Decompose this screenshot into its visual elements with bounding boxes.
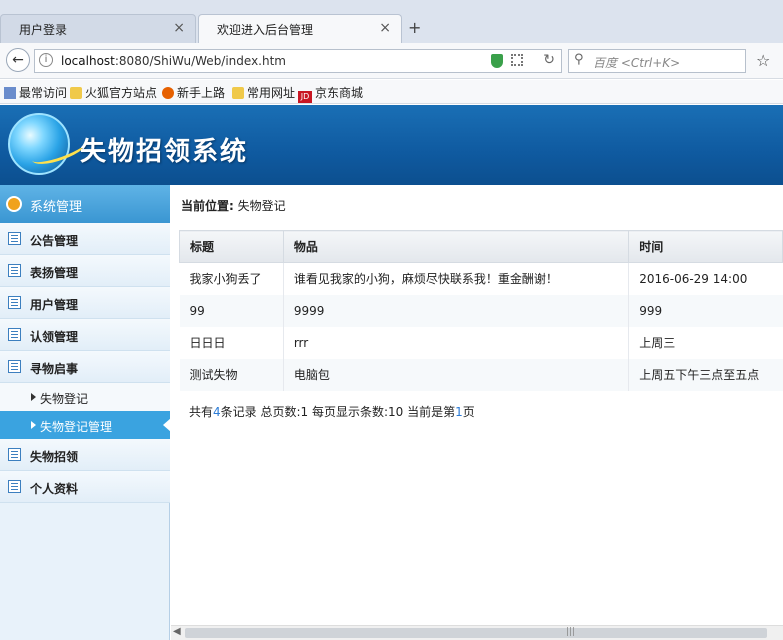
bookmark-icon	[4, 87, 16, 99]
scroll-left-icon[interactable]: ◀	[173, 626, 181, 637]
sidebar-subitem-lost-register[interactable]: 失物登记	[0, 383, 170, 411]
column-header-title: 标题	[179, 230, 284, 263]
bookmarks-bar: 最常访问 火狐官方站点 新手上路 常用网址 JD 京东商城	[0, 80, 783, 104]
cell-title: 我家小狗丢了	[179, 262, 284, 295]
navigation-bar: ← i localhost:8080/ShiWu/Web/index.htm ↻…	[0, 43, 783, 79]
browser-tab-bar: 用户登录 × 欢迎进入后台管理 × +	[0, 0, 783, 44]
column-header-item: 物品	[282, 230, 630, 263]
url-text: localhost:8080/ShiWu/Web/index.htm	[61, 54, 286, 68]
bookmark-getting-started[interactable]: 新手上路	[162, 84, 225, 101]
tab-label: 用户登录	[19, 23, 68, 37]
tab-admin-welcome[interactable]: 欢迎进入后台管理 ×	[198, 14, 402, 44]
arrow-right-icon	[31, 393, 36, 401]
sidebar-item-praise[interactable]: 表扬管理	[0, 255, 170, 287]
sidebar-item-lost-notices[interactable]: 寻物启事	[0, 351, 170, 383]
sidebar: 系统管理 公告管理 表扬管理 用户管理 认领管理 寻物启事 失物登记 失物登记管…	[0, 185, 171, 640]
firefox-icon	[162, 87, 174, 99]
scrollbar-thumb[interactable]	[185, 628, 767, 638]
total-pages: 1	[300, 405, 309, 419]
info-icon[interactable]: i	[39, 53, 53, 67]
cell-title: 测试失物	[179, 358, 284, 391]
search-icon: ⚲	[574, 52, 584, 67]
folder-icon	[70, 87, 82, 99]
cell-time: 上周三	[639, 336, 676, 350]
sidebar-item-profile[interactable]: 个人资料	[0, 471, 170, 503]
bookmark-star-icon[interactable]: ☆	[756, 51, 770, 70]
new-tab-button[interactable]: +	[408, 18, 421, 37]
cell-title: 日日日	[179, 326, 284, 359]
main-content: 当前位置: 失物登记 标题 物品 时间 我家小狗丢了 谁看见我家的小狗，麻烦尽快…	[171, 185, 783, 625]
sidebar-item-users[interactable]: 用户管理	[0, 287, 170, 319]
qr-code-icon[interactable]	[511, 54, 523, 66]
jd-logo-icon: JD	[298, 91, 312, 103]
cell-item: 电脑包	[283, 358, 630, 391]
cell-item: 谁看见我家的小狗，麻烦尽快联系我！重金酬谢！	[283, 262, 630, 295]
sidebar-subitem-lost-register-manage[interactable]: 失物登记管理	[0, 411, 171, 439]
bookmark-most-visited[interactable]: 最常访问	[4, 84, 67, 101]
scroll-grip-icon: |||	[566, 627, 576, 637]
list-icon	[8, 360, 21, 373]
cell-time: 上周五下午三点至五点	[628, 358, 783, 391]
tab-user-login[interactable]: 用户登录 ×	[0, 14, 196, 43]
sidebar-item-announcements[interactable]: 公告管理	[0, 223, 170, 255]
list-icon	[8, 328, 21, 341]
back-button[interactable]: ←	[6, 48, 30, 72]
cell-item: 9999	[283, 294, 630, 327]
reload-icon[interactable]: ↻	[543, 52, 555, 68]
table-row[interactable]: 我家小狗丢了 谁看见我家的小狗，麻烦尽快联系我！重金酬谢！ 2016-06-29…	[179, 262, 783, 295]
bookmark-common-sites[interactable]: 常用网址	[232, 84, 295, 101]
arrow-right-icon	[31, 421, 36, 429]
bookmark-firefox-site[interactable]: 火狐官方站点	[70, 84, 157, 101]
close-tab-icon[interactable]: ×	[173, 20, 185, 36]
list-icon	[8, 448, 21, 461]
search-input[interactable]: ⚲ 百度 <Ctrl+K>	[568, 49, 746, 73]
total-records: 4	[213, 405, 221, 419]
list-icon	[8, 296, 21, 309]
sidebar-item-lost-found[interactable]: 失物招领	[0, 439, 170, 471]
breadcrumb-current: 失物登记	[237, 199, 286, 213]
bookmark-jd[interactable]: JD 京东商城	[298, 84, 363, 103]
table-row[interactable]: 日日日 rrr 上周三	[179, 326, 783, 359]
pagination-info: 共有4条记录 总页数:1 每页显示条数:10 当前是第1页	[189, 405, 475, 419]
cell-item: rrr	[283, 326, 630, 359]
page-size: 10	[388, 405, 404, 419]
cell-time: 2016-06-29 14:00	[639, 271, 748, 286]
horizontal-scrollbar[interactable]: ◀ |||	[171, 625, 783, 640]
current-page: 1	[455, 405, 463, 419]
breadcrumb: 当前位置: 失物登记	[181, 199, 286, 213]
column-header-time: 时间	[628, 230, 783, 263]
list-icon	[8, 264, 21, 277]
search-placeholder: 百度 <Ctrl+K>	[593, 56, 681, 70]
sidebar-system-management[interactable]: 系统管理	[0, 185, 170, 223]
cell-title: 99	[179, 294, 284, 327]
app-header: 失物招领系统	[0, 105, 783, 185]
app-title: 失物招领系统	[80, 137, 249, 167]
table-header-row: 标题 物品 时间	[179, 230, 783, 263]
table-row[interactable]: 测试失物 电脑包 上周五下午三点至五点	[179, 358, 783, 391]
list-icon	[8, 480, 21, 493]
table-row[interactable]: 99 9999 999	[179, 294, 783, 327]
lost-items-table: 标题 物品 时间 我家小狗丢了 谁看见我家的小狗，麻烦尽快联系我！重金酬谢！ 2…	[179, 230, 783, 391]
folder-icon	[232, 87, 244, 99]
shield-icon[interactable]	[491, 54, 503, 68]
system-icon	[6, 196, 22, 212]
address-bar[interactable]: i localhost:8080/ShiWu/Web/index.htm ↻	[34, 49, 562, 73]
list-icon	[8, 232, 21, 245]
sidebar-item-claims[interactable]: 认领管理	[0, 319, 170, 351]
tab-label: 欢迎进入后台管理	[217, 23, 314, 37]
cell-time: 999	[628, 294, 783, 327]
close-tab-icon[interactable]: ×	[379, 20, 391, 36]
